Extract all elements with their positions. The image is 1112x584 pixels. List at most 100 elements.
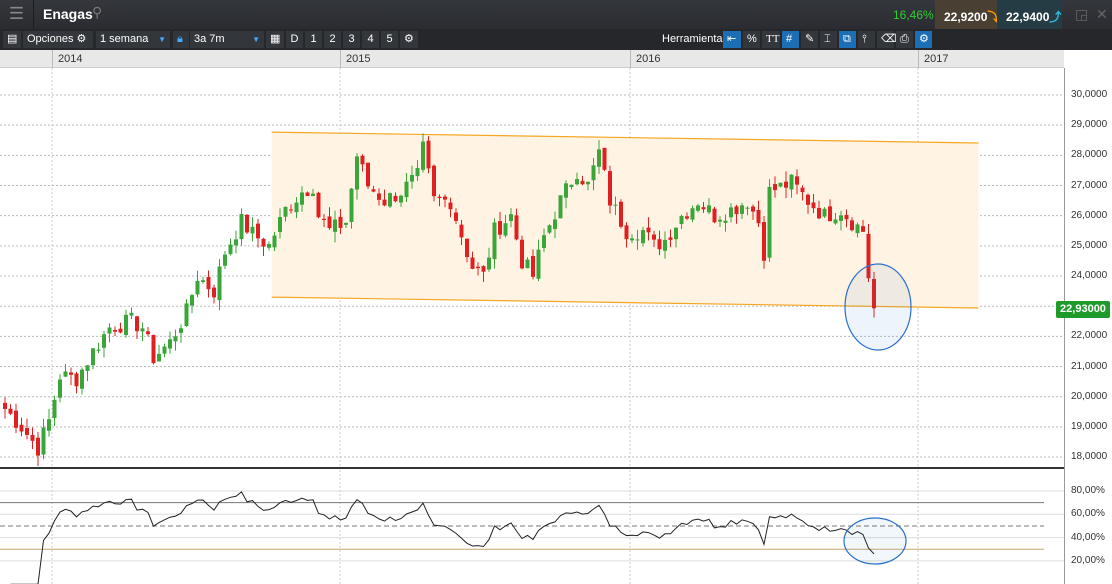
y-tick-label: 29,0000 [1071,119,1108,131]
candle-body [168,339,172,349]
candle-body [536,249,541,279]
candle-body [228,244,233,255]
candle-body [542,235,546,248]
candle-body [338,216,343,228]
rsi-tick-label: 80,00% [1071,485,1105,496]
candle-body [591,165,596,181]
candle-body [547,225,552,233]
candle-body [212,287,216,298]
candle-body [25,427,29,435]
candle-body [162,346,167,354]
price-chart[interactable] [0,0,1112,584]
candle-body [311,193,315,197]
candle-body [360,155,365,165]
candle-body [278,217,282,232]
candle-body [751,206,755,212]
y-tick-label: 22,0000 [1071,330,1108,342]
candle-body [272,235,277,248]
candle-body [74,373,79,387]
candle-body [305,192,310,196]
highlight-circle [844,263,912,351]
candle-body [129,312,134,316]
candle-body [267,243,271,248]
candle-body [668,237,673,240]
candle-body [822,208,827,217]
y-tick-label: 18,0000 [1071,451,1108,463]
candle-body [333,219,337,232]
candle-body [476,266,480,269]
candle-body [3,402,7,409]
candle-body [861,226,865,232]
candle-body [459,224,464,238]
candle-body [773,184,777,191]
candle-body [811,202,816,209]
candle-body [8,408,13,414]
candle-body [641,230,645,244]
candle-body [206,277,211,290]
candle-body [107,327,112,334]
candle-body [322,218,326,220]
candle-body [96,349,101,351]
candle-body [102,334,106,348]
candle-body [718,219,722,222]
candle-body [740,205,744,214]
candle-body [261,238,266,247]
y-tick-label: 20,0000 [1071,390,1108,402]
candle-body [327,216,332,229]
candle-body [806,194,810,205]
candle-body [833,219,838,224]
candle-body [80,369,84,389]
rsi-tick-label: 60,00% [1071,508,1105,520]
candle-body [608,171,612,206]
candle-body [767,186,772,258]
candle-body [778,182,783,187]
candle-body [514,215,519,240]
candle-body [14,410,18,428]
candle-body [173,336,178,342]
candle-body [366,162,370,187]
candle-body [657,239,662,250]
rsi-tick-label: 20,00% [1071,554,1105,566]
candle-body [388,193,392,207]
candle-body [118,328,123,333]
candle-body [250,226,255,234]
candle-body [619,201,623,227]
candle-body [410,175,414,182]
candle-body [223,254,227,266]
candle-body [707,205,711,213]
candle-body [498,221,502,235]
candle-body [701,207,706,210]
candle-body [509,214,513,222]
candle-body [283,206,288,217]
candle-body [146,331,150,335]
candle-body [157,353,161,362]
y-tick-label: 24,0000 [1071,270,1108,282]
candle-body [663,239,667,251]
candle-body [415,167,420,177]
candle-body [712,208,717,223]
candle-body [426,140,431,169]
candle-body [839,215,843,221]
candle-body [217,266,222,301]
rsi-highlight-circle [843,517,907,565]
y-tick-label: 21,0000 [1071,360,1108,372]
candle-body [151,334,156,364]
candle-body [382,199,387,206]
candle-body [201,280,205,282]
candle-body [179,328,183,333]
candle-body [635,239,640,241]
candle-body [789,174,794,190]
candle-body [487,257,491,270]
candle-body [465,238,469,258]
candle-body [844,214,849,220]
candle-body [63,371,68,377]
candle-body [756,209,761,224]
candle-body [52,399,57,419]
candle-body [729,207,733,218]
candle-body [349,188,354,222]
candle-body [690,208,695,220]
candle-body [679,215,684,225]
candle-body [58,379,62,398]
candle-body [437,196,442,199]
candle-body [696,205,700,211]
